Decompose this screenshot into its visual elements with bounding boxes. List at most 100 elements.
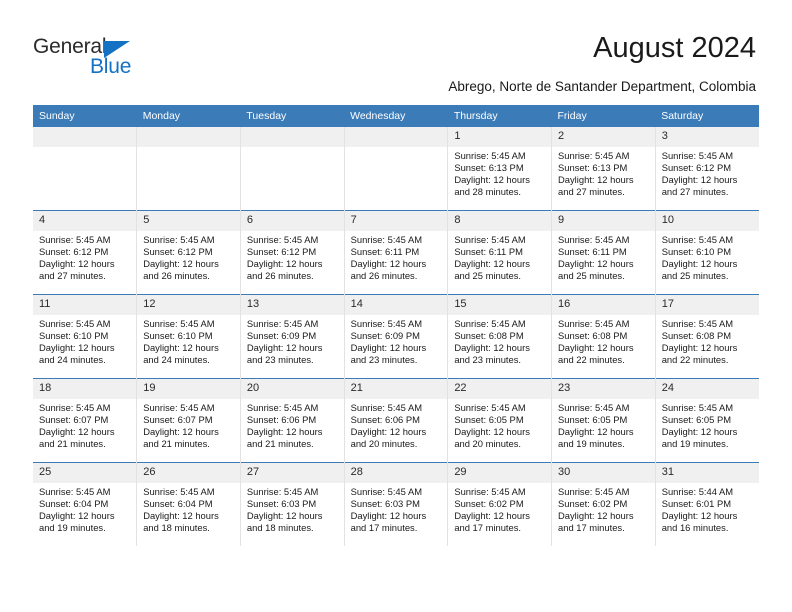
calendar-day-cell[interactable]: 3 Sunrise: 5:45 AM Sunset: 6:12 PM Daylight… — [654, 127, 759, 211]
day-details: Sunrise: 5:45 AM Sunset: 6:12 PM Daylight:… — [241, 231, 344, 282]
sunset-text: Sunset: 6:10 PM — [39, 330, 109, 342]
calendar-week-row: 4 Sunrise: 5:45 AM Sunset: 6:12 PM Daylight… — [33, 210, 759, 295]
daylight-text: Daylight: 12 hours and 17 minutes. — [454, 510, 530, 534]
day-details: Sunrise: 5:45 AM Sunset: 6:02 PM Daylight:… — [448, 483, 551, 534]
calendar-day-cell[interactable]: 17 Sunrise: 5:45 AM Sunset: 6:08 PM Dayligh… — [654, 294, 759, 379]
daylight-text: Daylight: 12 hours and 19 minutes. — [661, 426, 738, 450]
day-number: 30 — [552, 463, 655, 483]
calendar-day-cell[interactable]: 1 Sunrise: 5:45 AM Sunset: 6:13 PM Daylight… — [447, 127, 552, 211]
calendar-week-row: 1 Sunrise: 5:45 AM Sunset: 6:13 PM Daylight… — [33, 127, 759, 211]
calendar-day-cell[interactable]: 9 Sunrise: 5:45 AM Sunset: 6:11 PM Daylight… — [551, 210, 656, 295]
calendar-day-cell[interactable]: 10 Sunrise: 5:45 AM Sunset: 6:10 PM Dayligh… — [654, 210, 759, 295]
weekday-header-tuesday: Tuesday — [240, 105, 345, 127]
sunrise-text: Sunrise: 5:45 AM — [143, 486, 215, 497]
weekday-header-sunday: Sunday — [33, 105, 137, 127]
calendar-day-cell[interactable]: 23 Sunrise: 5:45 AM Sunset: 6:05 PM Dayligh… — [551, 378, 656, 463]
sunset-text: Sunset: 6:03 PM — [350, 498, 420, 510]
calendar-day-cell[interactable]: 21 Sunrise: 5:45 AM Sunset: 6:06 PM Dayligh… — [343, 378, 448, 463]
sunrise-text: Sunrise: 5:45 AM — [661, 402, 734, 413]
sunset-text: Sunset: 6:10 PM — [661, 246, 732, 258]
calendar-day-cell-empty — [136, 127, 241, 211]
calendar-day-cell[interactable]: 22 Sunrise: 5:45 AM Sunset: 6:05 PM Dayligh… — [447, 378, 552, 463]
calendar-day-cell[interactable]: 2 Sunrise: 5:45 AM Sunset: 6:13 PM Daylight… — [551, 127, 656, 211]
day-number: 21 — [344, 379, 448, 399]
daylight-text: Daylight: 12 hours and 21 minutes. — [143, 426, 219, 450]
daylight-text: Daylight: 12 hours and 26 minutes. — [350, 258, 427, 282]
calendar-day-cell[interactable]: 4 Sunrise: 5:45 AM Sunset: 6:12 PM Daylight… — [33, 210, 137, 295]
daylight-text: Daylight: 12 hours and 24 minutes. — [143, 342, 219, 366]
day-number — [240, 127, 344, 147]
calendar-day-cell[interactable]: 8 Sunrise: 5:45 AM Sunset: 6:11 PM Daylight… — [447, 210, 552, 295]
day-details: Sunrise: 5:45 AM Sunset: 6:05 PM Daylight:… — [656, 399, 759, 450]
day-number: 9 — [552, 211, 655, 231]
sunset-text: Sunset: 6:07 PM — [39, 414, 109, 426]
sunset-text: Sunset: 6:11 PM — [454, 246, 523, 258]
daylight-text: Daylight: 12 hours and 25 minutes. — [558, 258, 634, 282]
sunset-text: Sunset: 6:10 PM — [143, 330, 213, 342]
day-number — [33, 127, 137, 147]
sunset-text: Sunset: 6:12 PM — [39, 246, 109, 258]
calendar-day-cell[interactable]: 18 Sunrise: 5:45 AM Sunset: 6:07 PM Dayligh… — [33, 378, 137, 463]
daylight-text: Daylight: 12 hours and 16 minutes. — [661, 510, 738, 534]
sunrise-text: Sunrise: 5:45 AM — [246, 486, 319, 497]
calendar-day-cell[interactable]: 6 Sunrise: 5:45 AM Sunset: 6:12 PM Daylight… — [239, 210, 345, 295]
sunrise-text: Sunrise: 5:45 AM — [39, 486, 111, 497]
sunrise-text: Sunrise: 5:45 AM — [350, 486, 423, 497]
calendar-day-cell[interactable]: 5 Sunrise: 5:45 AM Sunset: 6:12 PM Daylight… — [136, 210, 241, 295]
calendar-page: General Blue August 2024 Abrego, Norte d… — [0, 0, 792, 612]
day-number: 28 — [344, 463, 448, 483]
sunset-text: Sunset: 6:09 PM — [246, 330, 317, 342]
sunrise-text: Sunrise: 5:45 AM — [350, 234, 423, 245]
calendar-day-cell-empty — [239, 127, 345, 211]
day-number: 2 — [552, 127, 655, 147]
calendar-day-cell[interactable]: 24 Sunrise: 5:45 AM Sunset: 6:05 PM Dayligh… — [654, 378, 759, 463]
sunrise-text: Sunrise: 5:45 AM — [558, 318, 630, 329]
sunset-text: Sunset: 6:01 PM — [661, 498, 732, 510]
calendar-day-cell[interactable]: 27 Sunrise: 5:45 AM Sunset: 6:03 PM Dayligh… — [239, 462, 345, 546]
sunset-text: Sunset: 6:12 PM — [246, 246, 317, 258]
calendar-day-cell[interactable]: 28 Sunrise: 5:45 AM Sunset: 6:03 PM Dayligh… — [343, 462, 448, 546]
calendar-day-cell[interactable]: 11 Sunrise: 5:45 AM Sunset: 6:10 PM Dayligh… — [33, 294, 137, 379]
day-number: 8 — [448, 211, 552, 231]
calendar-day-cell[interactable]: 19 Sunrise: 5:45 AM Sunset: 6:07 PM Dayligh… — [136, 378, 241, 463]
logo-text-blue: Blue — [90, 55, 132, 78]
calendar-day-cell[interactable]: 13 Sunrise: 5:45 AM Sunset: 6:09 PM Dayligh… — [239, 294, 345, 379]
calendar-day-cell[interactable]: 14 Sunrise: 5:45 AM Sunset: 6:09 PM Dayligh… — [343, 294, 448, 379]
day-details: Sunrise: 5:45 AM Sunset: 6:02 PM Daylight:… — [552, 483, 655, 534]
sunset-text: Sunset: 6:08 PM — [454, 330, 524, 342]
calendar-day-cell[interactable]: 20 Sunrise: 5:45 AM Sunset: 6:06 PM Dayligh… — [239, 378, 345, 463]
sunrise-text: Sunrise: 5:45 AM — [143, 402, 215, 413]
day-details: Sunrise: 5:45 AM Sunset: 6:10 PM Daylight:… — [656, 231, 759, 282]
sunset-text: Sunset: 6:13 PM — [454, 162, 524, 174]
sunrise-text: Sunrise: 5:45 AM — [558, 486, 630, 497]
day-details: Sunrise: 5:45 AM Sunset: 6:09 PM Daylight:… — [345, 315, 448, 366]
daylight-text: Daylight: 12 hours and 18 minutes. — [143, 510, 219, 534]
calendar-day-cell[interactable]: 7 Sunrise: 5:45 AM Sunset: 6:11 PM Daylight… — [343, 210, 448, 295]
calendar-day-cell[interactable]: 16 Sunrise: 5:45 AM Sunset: 6:08 PM Dayligh… — [551, 294, 656, 379]
calendar-day-cell[interactable]: 12 Sunrise: 5:45 AM Sunset: 6:10 PM Dayligh… — [136, 294, 241, 379]
sunrise-text: Sunrise: 5:45 AM — [454, 234, 526, 245]
day-number: 7 — [344, 211, 448, 231]
day-number: 16 — [552, 295, 655, 315]
sunrise-text: Sunrise: 5:45 AM — [454, 150, 526, 161]
logo-generalblue[interactable]: General Blue — [33, 36, 183, 88]
sunset-text: Sunset: 6:06 PM — [246, 414, 317, 426]
daylight-text: Daylight: 12 hours and 27 minutes. — [558, 174, 634, 198]
weekday-header-thursday: Thursday — [447, 105, 552, 127]
sunset-text: Sunset: 6:03 PM — [246, 498, 317, 510]
day-details: Sunrise: 5:45 AM Sunset: 6:13 PM Daylight:… — [448, 147, 551, 198]
calendar-day-cell[interactable]: 31 Sunrise: 5:44 AM Sunset: 6:01 PM Dayligh… — [654, 462, 759, 546]
day-details: Sunrise: 5:45 AM Sunset: 6:12 PM Daylight:… — [33, 231, 136, 282]
calendar-day-cell[interactable]: 26 Sunrise: 5:45 AM Sunset: 6:04 PM Dayligh… — [136, 462, 241, 546]
daylight-text: Daylight: 12 hours and 23 minutes. — [246, 342, 323, 366]
calendar-day-cell[interactable]: 29 Sunrise: 5:45 AM Sunset: 6:02 PM Dayligh… — [447, 462, 552, 546]
sunset-text: Sunset: 6:12 PM — [661, 162, 732, 174]
day-details: Sunrise: 5:45 AM Sunset: 6:09 PM Daylight:… — [241, 315, 344, 366]
day-details: Sunrise: 5:45 AM Sunset: 6:03 PM Daylight:… — [345, 483, 448, 534]
calendar-day-cell[interactable]: 30 Sunrise: 5:45 AM Sunset: 6:02 PM Dayligh… — [551, 462, 656, 546]
calendar-day-cell[interactable]: 15 Sunrise: 5:45 AM Sunset: 6:08 PM Dayligh… — [447, 294, 552, 379]
page-header: General Blue August 2024 Abrego, Norte d… — [0, 0, 792, 100]
day-details: Sunrise: 5:45 AM Sunset: 6:05 PM Daylight:… — [552, 399, 655, 450]
page-subtitle: Abrego, Norte de Santander Department, C… — [448, 79, 756, 94]
calendar-day-cell[interactable]: 25 Sunrise: 5:45 AM Sunset: 6:04 PM Dayligh… — [33, 462, 137, 546]
